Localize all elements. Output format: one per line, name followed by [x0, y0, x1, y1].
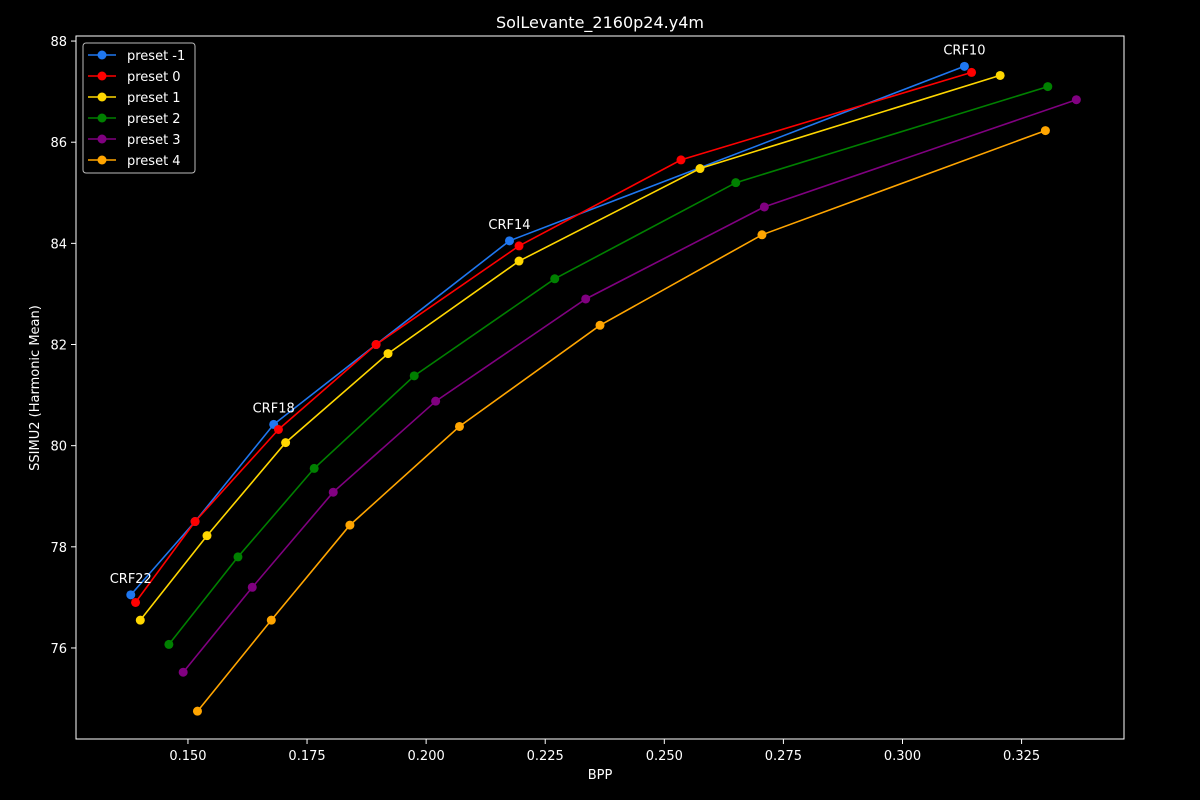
data-point — [550, 274, 560, 284]
data-point — [959, 61, 969, 71]
x-tick-label: 0.275 — [765, 749, 802, 764]
data-point — [504, 236, 514, 246]
data-point — [202, 531, 212, 541]
data-point — [595, 320, 605, 330]
x-tick-label: 0.300 — [884, 749, 921, 764]
y-tick-label: 88 — [50, 35, 67, 50]
data-point — [695, 164, 705, 174]
legend-marker — [97, 92, 107, 102]
data-point — [995, 70, 1005, 80]
data-point — [345, 520, 355, 530]
data-point — [676, 155, 686, 165]
x-tick-label: 0.225 — [527, 749, 564, 764]
data-point — [131, 597, 141, 607]
annotation-label: CRF14 — [488, 218, 530, 233]
data-point — [135, 615, 145, 625]
legend-label: preset 3 — [127, 133, 181, 148]
legend-marker — [97, 113, 107, 123]
annotation-label: CRF18 — [253, 401, 295, 416]
x-tick-label: 0.150 — [169, 749, 206, 764]
data-point — [431, 396, 441, 406]
data-point — [233, 552, 243, 562]
legend-marker — [97, 155, 107, 165]
y-tick-label: 82 — [50, 339, 67, 354]
data-point — [190, 517, 200, 527]
data-point — [731, 178, 741, 188]
data-point — [967, 67, 977, 77]
data-point — [757, 230, 767, 240]
data-point — [1040, 126, 1050, 136]
data-point — [192, 706, 202, 716]
chart: SolLevante_2160p24.y4m CRF22 CRF18 CRF14 CR… — [0, 0, 1200, 800]
data-point — [126, 590, 136, 600]
legend-marker — [97, 134, 107, 144]
data-point — [273, 424, 283, 434]
data-point — [281, 438, 291, 448]
data-point — [178, 667, 188, 677]
legend-label: preset 1 — [127, 91, 181, 106]
data-point — [383, 349, 393, 359]
y-axis-label: SSIMU2 (Harmonic Mean) — [28, 305, 43, 471]
legend-marker — [97, 71, 107, 81]
data-point — [514, 241, 524, 251]
data-point — [371, 340, 381, 350]
data-point — [164, 639, 174, 649]
annotation-label: CRF10 — [943, 43, 985, 58]
data-point — [409, 371, 419, 381]
data-point — [759, 202, 769, 212]
x-tick-label: 0.325 — [1003, 749, 1040, 764]
data-point — [266, 615, 276, 625]
chart-title: SolLevante_2160p24.y4m — [496, 13, 704, 33]
y-tick-label: 76 — [50, 642, 67, 657]
annotation-label: CRF22 — [110, 572, 152, 587]
data-point — [1071, 95, 1081, 105]
data-point — [309, 463, 319, 473]
data-point — [514, 256, 524, 266]
legend-label: preset -1 — [127, 49, 185, 64]
data-point — [247, 582, 257, 592]
data-point — [1043, 82, 1053, 92]
legend-label: preset 4 — [127, 154, 181, 169]
data-point — [328, 487, 338, 497]
x-tick-label: 0.200 — [408, 749, 445, 764]
y-tick-label: 84 — [50, 237, 67, 252]
x-tick-label: 0.175 — [288, 749, 325, 764]
legend-marker — [97, 50, 107, 60]
x-axis-label: BPP — [588, 768, 613, 783]
x-tick-label: 0.250 — [646, 749, 683, 764]
legend: preset -1 preset 0 preset 1 preset 2 preset … — [82, 42, 196, 174]
data-point — [581, 294, 591, 304]
y-tick-label: 80 — [50, 440, 67, 455]
data-point — [454, 421, 464, 431]
legend-label: preset 0 — [127, 70, 181, 85]
legend-label: preset 2 — [127, 112, 181, 127]
y-tick-label: 86 — [50, 136, 67, 151]
y-tick-label: 78 — [50, 541, 67, 556]
